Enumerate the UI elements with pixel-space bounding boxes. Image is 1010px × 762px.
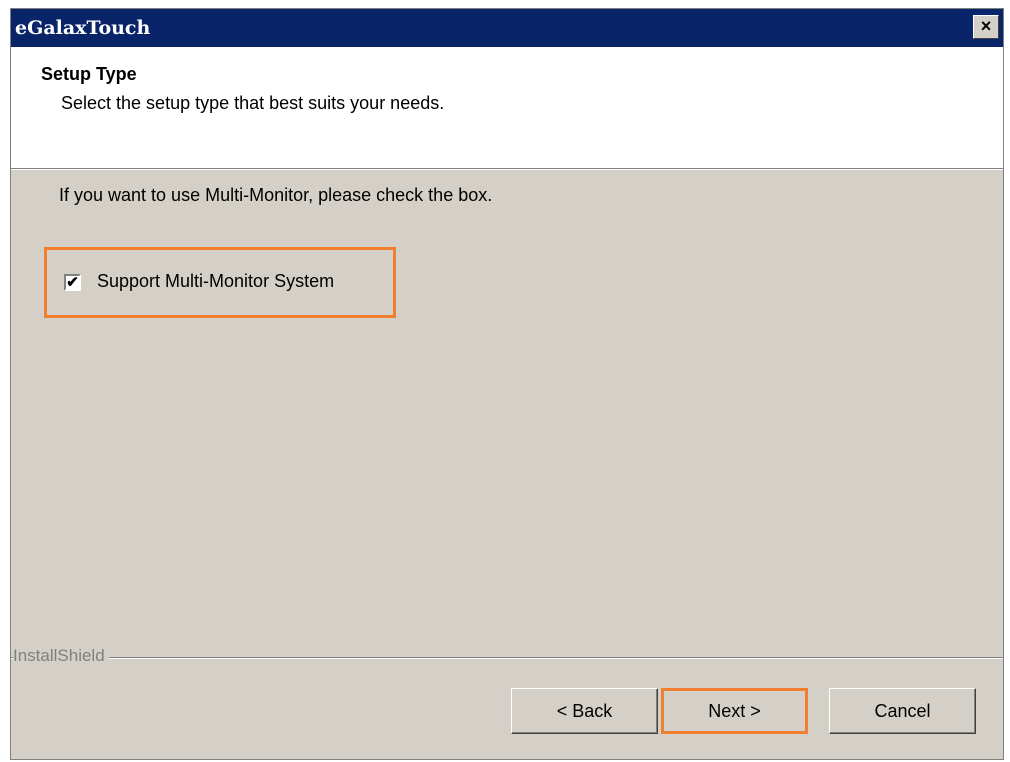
page-subtitle: Select the setup type that best suits yo… [61, 93, 445, 113]
close-icon: × [980, 16, 992, 36]
installshield-label: InstallShield [13, 646, 109, 666]
setup-dialog: eGalaxTouch × Setup Type Select the setu… [10, 8, 1004, 760]
close-button[interactable]: × [973, 15, 999, 39]
checkmark-icon: ✔ [66, 274, 79, 291]
page-title: Setup Type [41, 64, 137, 84]
multi-monitor-checkbox[interactable]: ✔ [64, 274, 81, 291]
window-title: eGalaxTouch [15, 17, 151, 39]
header-divider [11, 168, 1003, 170]
instruction-text: If you want to use Multi-Monitor, please… [59, 185, 493, 205]
next-button[interactable]: Next > [661, 688, 808, 734]
cancel-button[interactable]: Cancel [829, 688, 976, 734]
multi-monitor-label[interactable]: Support Multi-Monitor System [97, 271, 334, 292]
title-bar[interactable]: eGalaxTouch × [11, 9, 1003, 47]
dialog-header: Setup Type Select the setup type that be… [11, 47, 1003, 170]
footer-divider [11, 657, 1003, 659]
back-button[interactable]: < Back [511, 688, 658, 734]
